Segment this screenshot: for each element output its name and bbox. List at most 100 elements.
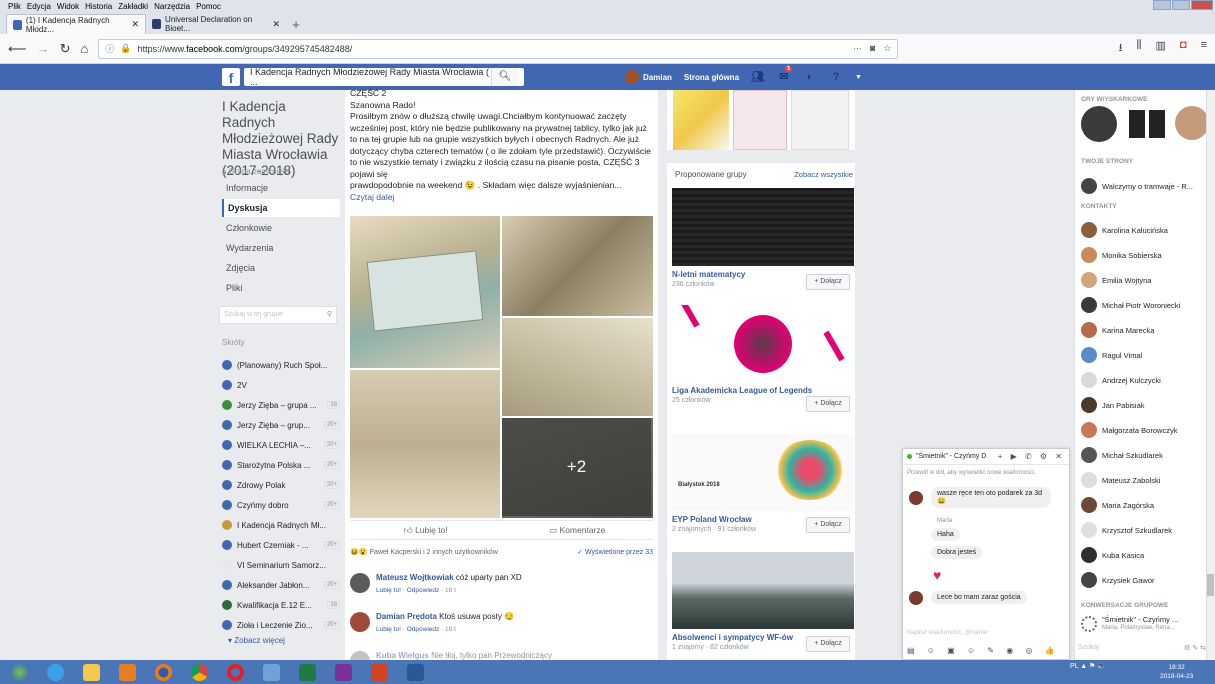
contact-item[interactable]: Krzysiek Gawor: [1081, 570, 1211, 590]
address-bar[interactable]: ⓘ 🔒 https://www.facebook.com/groups/3492…: [98, 38, 899, 59]
contact-item[interactable]: Michał Piotr Woroniecki: [1081, 295, 1211, 315]
nav-files[interactable]: Pliki: [222, 279, 340, 297]
page-item[interactable]: Walczymy o tramwaje - R...: [1081, 176, 1211, 196]
taskbar-onenote[interactable]: [328, 661, 358, 683]
map-photo[interactable]: [502, 216, 653, 316]
pocket-list-icon[interactable]: ◘: [1180, 39, 1187, 58]
library-icon[interactable]: ⫼: [1136, 39, 1141, 58]
hamburger-menu-icon[interactable]: ≡: [1201, 39, 1207, 58]
taskbar-word[interactable]: [400, 661, 430, 683]
shortcut-item[interactable]: Aleksander Jabłon... 20+: [222, 575, 340, 595]
taskbar-firefox[interactable]: [148, 661, 178, 683]
taskbar-opera[interactable]: [220, 661, 250, 683]
scrollbar-thumb[interactable]: [1207, 574, 1214, 596]
system-tray[interactable]: PL ▲ ⚑ 🔈: [1070, 662, 1106, 670]
back-icon[interactable]: ⟵: [8, 41, 27, 57]
maximize-button[interactable]: [1172, 0, 1190, 10]
comment-author[interactable]: Damian Prędota: [376, 612, 437, 621]
see-all-link[interactable]: Zobacz wszystkie: [794, 170, 853, 179]
contact-item[interactable]: Emilia Wojtyna: [1081, 270, 1211, 290]
close-window-button[interactable]: [1191, 0, 1213, 10]
avatar[interactable]: [350, 573, 370, 593]
menu-bookmarks[interactable]: Zakładki: [118, 2, 148, 11]
shortcut-item[interactable]: Jerzy Zięba – grup... 20+: [222, 415, 340, 435]
tab-declaration[interactable]: Universal Declaration on Bioet... ✕: [146, 14, 286, 34]
shortcut-item[interactable]: Hubert Czerniak - ... 20+: [222, 535, 340, 555]
map-photo[interactable]: [502, 318, 653, 416]
comment-like-link[interactable]: Lubię to!: [376, 587, 401, 594]
shortcut-item[interactable]: Zdrowy Polak 20+: [222, 475, 340, 495]
document-photo[interactable]: [733, 90, 787, 150]
group-conversation-item[interactable]: "Śmietnik" - Czyńmy ... Maria, Polamysla…: [1081, 612, 1211, 636]
reactions-summary[interactable]: 😆😮 Paweł Kacperski i 2 innych użytkownik…: [350, 548, 498, 556]
start-button[interactable]: [4, 661, 34, 683]
facebook-logo-icon[interactable]: f: [222, 68, 240, 86]
more-photos-overlay[interactable]: +2: [502, 418, 651, 516]
shortcut-item[interactable]: I Kadencja Radnych Mł...: [222, 515, 340, 535]
reload-icon[interactable]: ↻: [60, 41, 71, 57]
shortcut-item[interactable]: Starożytna Polska ... 20+: [222, 455, 340, 475]
home-link[interactable]: Strona główna: [684, 73, 739, 82]
close-tab-icon[interactable]: ✕: [131, 19, 139, 30]
contact-item[interactable]: Mateusz Zabolski: [1081, 470, 1211, 490]
group-cover-photo[interactable]: Białystok 2018: [672, 434, 854, 511]
chat-header-icons[interactable]: + ▶ ✆ ⚙ ✕: [998, 452, 1065, 461]
account-dropdown-icon[interactable]: ▼: [855, 74, 862, 81]
game-thumbnail[interactable]: [1175, 106, 1209, 140]
join-button[interactable]: + Dołącz: [806, 274, 850, 290]
pocket-icon[interactable]: ◙: [870, 43, 875, 54]
search-icon[interactable]: ⚲: [327, 307, 332, 323]
page-actions-icon[interactable]: ···: [853, 43, 862, 54]
shortcut-item[interactable]: 2V: [222, 375, 340, 395]
downloads-icon[interactable]: ⭳: [1119, 39, 1123, 58]
shortcut-item[interactable]: Kwalifikacja E.12 E... 18: [222, 595, 340, 615]
nav-discussion[interactable]: Dyskusja: [222, 199, 340, 217]
comment-button[interactable]: ▭ Komentarze: [502, 525, 654, 536]
join-button[interactable]: + Dołącz: [806, 517, 850, 533]
contact-item[interactable]: Andrzej Kulczycki: [1081, 370, 1211, 390]
info-icon[interactable]: ⓘ: [105, 42, 114, 55]
chat-message-input[interactable]: Napisz wiadomość, @name: [907, 629, 988, 636]
menu-tools[interactable]: Narzędzia: [154, 2, 190, 11]
map-photo[interactable]: [350, 370, 500, 518]
comment-author[interactable]: Mateusz Wojtkowiak: [376, 573, 454, 582]
friend-requests-icon[interactable]: 👥︎: [751, 70, 765, 84]
chat-header[interactable]: "Śmietnik" - Czyńmy D + ▶ ✆ ⚙ ✕: [903, 449, 1069, 465]
messages-icon[interactable]: ✉︎ 1: [777, 66, 793, 84]
seen-by-link[interactable]: ✓ Wyświetlone przez 33: [577, 548, 653, 556]
menu-edit[interactable]: Edycja: [27, 2, 51, 11]
join-button[interactable]: + Dołącz: [806, 636, 850, 652]
chat-options-icons[interactable]: ⚙✎⇆: [1184, 644, 1208, 656]
notifications-globe-icon[interactable]: ◐: [803, 70, 817, 84]
taskbar-powerpoint[interactable]: [364, 661, 394, 683]
comment-like-link[interactable]: Lubię to!: [376, 626, 401, 633]
group-cover-photo[interactable]: [672, 188, 854, 266]
join-button[interactable]: + Dołącz: [806, 396, 850, 412]
scroll-down-notice[interactable]: Przewiń w dół, aby wyświetlić nowe wiado…: [907, 469, 1067, 477]
search-icon[interactable]: 🔍︎: [490, 68, 518, 86]
avatar[interactable]: [350, 651, 370, 660]
taskbar-excel[interactable]: [292, 661, 322, 683]
taskbar-media[interactable]: [112, 661, 142, 683]
nav-info[interactable]: Informacje: [222, 179, 340, 197]
contact-item[interactable]: Monika Sobierska: [1081, 245, 1211, 265]
document-photo[interactable]: [791, 90, 849, 150]
read-more-link[interactable]: Czytaj dalej: [350, 192, 653, 204]
home-icon[interactable]: ⌂: [81, 41, 89, 56]
shortcut-item[interactable]: Zioła i Leczenie Zio... 20+: [222, 615, 340, 635]
nav-events[interactable]: Wydarzenia: [222, 239, 340, 257]
chat-search[interactable]: Szukaj ⚙✎⇆: [1078, 644, 1208, 656]
system-clock[interactable]: 18:32 2018-04-23: [1160, 663, 1193, 681]
contact-item[interactable]: Krzysztof Szkudlarek: [1081, 520, 1211, 540]
shortcut-item[interactable]: (Planowany) Ruch Społ...: [222, 355, 340, 375]
group-cover-photo[interactable]: [672, 552, 854, 629]
forward-icon[interactable]: →: [37, 41, 50, 56]
profile-link[interactable]: Damian: [625, 70, 672, 84]
contact-item[interactable]: Michał Szkudlarek: [1081, 445, 1211, 465]
menu-help[interactable]: Pomoc: [196, 2, 221, 11]
comment-author[interactable]: Kuba Wielgus: [376, 651, 429, 660]
chat-tools[interactable]: ▤ ☺ ▣ ☺ ✎ ◉ ◎ 👍: [907, 646, 1067, 655]
taskbar-explorer[interactable]: [76, 661, 106, 683]
shortcut-item[interactable]: Jerzy Zięba – grupa ... 18: [222, 395, 340, 415]
see-more-link[interactable]: ▾ Zobacz więcej: [228, 636, 285, 645]
